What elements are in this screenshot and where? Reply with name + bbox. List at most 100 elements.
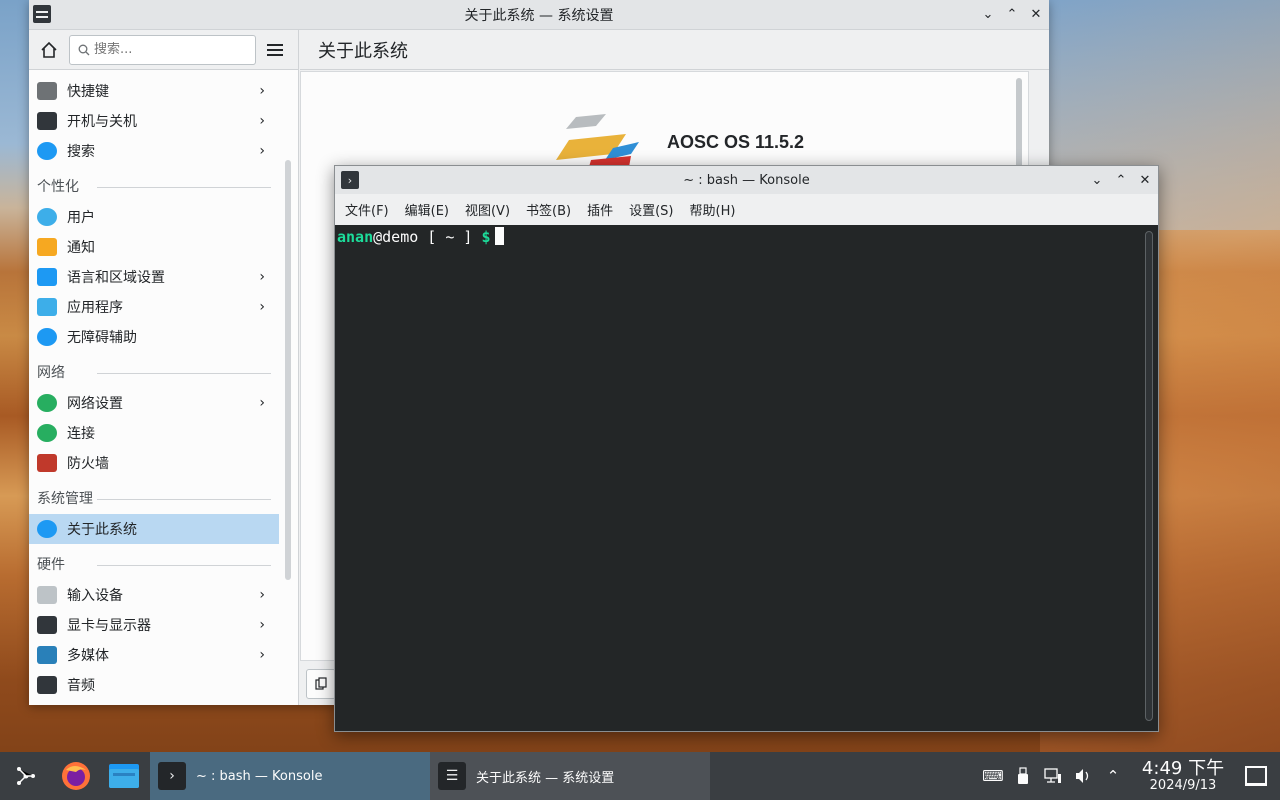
show-desktop-icon (1245, 766, 1267, 786)
sidebar-item[interactable]: 关于此系统 (29, 514, 279, 544)
sidebar-category-admin: 系统管理 (29, 478, 279, 514)
globe-icon (37, 394, 57, 412)
hamburger-menu-button[interactable] (264, 38, 288, 62)
sidebar-item-label: 开机与关机 (67, 114, 137, 130)
close-button[interactable]: ✕ (1027, 4, 1045, 24)
mouse-icon (37, 586, 57, 604)
sidebar-list: 快捷键 › 开机与关机 › 搜索 › 个性化 用户通知语言和区域设置 › 应用程序 › 无障碍辅助网络… (29, 76, 279, 700)
settings-sidebar: 快捷键 › 开机与关机 › 搜索 › 个性化用户通知语言和区域设置 › 应用程序 › 无障碍辅助网络… (29, 30, 299, 705)
prompt-symbol: $ (481, 228, 491, 246)
konsole-titlebar[interactable]: › ~ : bash — Konsole ⌄ ⌃ ✕ (335, 166, 1158, 194)
konsole-minimize-button[interactable]: ⌄ (1088, 170, 1106, 190)
search-input[interactable] (94, 42, 244, 57)
clock[interactable]: 4:49 下午 2024/9/13 (1138, 759, 1228, 793)
menu-plugins[interactable]: 插件 (579, 198, 621, 222)
search-box[interactable] (69, 34, 256, 65)
folder-icon (109, 764, 139, 788)
settings-task-icon: ☰ (438, 762, 466, 790)
sidebar-item[interactable]: 多媒体 › (29, 640, 279, 670)
konsole-window-title: ~ : bash — Konsole (683, 172, 810, 188)
menu-view[interactable]: 视图(V) (457, 198, 518, 222)
sidebar-item[interactable]: 应用程序 › (29, 292, 279, 322)
copy-details-button[interactable] (306, 669, 336, 699)
firefox-icon (62, 762, 90, 790)
apps-icon (37, 298, 57, 316)
sidebar-item[interactable]: 开机与关机 › (29, 106, 279, 136)
task-system-settings[interactable]: ☰ 关于此系统 — 系统设置 (430, 752, 710, 800)
search-icon (78, 44, 90, 55)
terminal-scrollbar[interactable] (1145, 231, 1153, 721)
volume-icon[interactable] (1068, 752, 1098, 800)
menu-edit[interactable]: 编辑(E) (397, 198, 457, 222)
text-cursor (494, 227, 504, 245)
prompt-host: @demo (373, 228, 419, 246)
sidebar-item-label: 无障碍辅助 (67, 330, 137, 346)
taskbar: › ~ : bash — Konsole ☰ 关于此系统 — 系统设置 ⌨ ⌃ … (0, 752, 1280, 800)
firefox-launcher[interactable] (52, 752, 100, 800)
sidebar-item[interactable]: 搜索 › (29, 136, 279, 166)
sidebar-item[interactable]: 音频 (29, 670, 279, 700)
konsole-maximize-button[interactable]: ⌃ (1112, 170, 1130, 190)
copy-icon (315, 677, 327, 690)
sidebar-item[interactable]: 用户 (29, 202, 279, 232)
bell-icon (37, 238, 57, 256)
display-icon (37, 616, 57, 634)
menu-settings[interactable]: 设置(S) (621, 198, 681, 222)
sidebar-scrollbar[interactable] (285, 160, 291, 580)
tray-expand-icon[interactable]: ⌃ (1098, 752, 1128, 800)
os-name: AOSC OS 11.5.2 (667, 132, 805, 152)
minimize-button[interactable]: ⌄ (979, 4, 997, 24)
monitor-icon (37, 112, 57, 130)
sidebar-item[interactable]: 防火墙 (29, 448, 279, 478)
menu-bookmarks[interactable]: 书签(B) (518, 198, 579, 222)
launcher-icon (17, 767, 35, 785)
system-settings-app-icon[interactable] (33, 5, 51, 23)
firewall-icon (37, 454, 57, 472)
keyboard-layout-icon[interactable]: ⌨ (978, 752, 1008, 800)
terminal-area[interactable]: anan@demo [ ~ ] $ (335, 225, 1158, 731)
sidebar-item-label: 快捷键 (67, 84, 109, 100)
sidebar-item-label: 应用程序 (67, 300, 123, 316)
file-manager-launcher[interactable] (100, 752, 148, 800)
sidebar-item[interactable]: 输入设备 › (29, 580, 279, 610)
multimedia-icon (37, 646, 57, 664)
sidebar-item[interactable]: 通知 (29, 232, 279, 262)
chevron-right-icon: › (259, 113, 265, 129)
chevron-right-icon: › (259, 395, 265, 411)
info-icon (37, 520, 57, 538)
sidebar-item-label: 搜索 (67, 144, 95, 160)
sidebar-item[interactable]: 网络设置 › (29, 388, 279, 418)
prompt-path: [ ~ ] (418, 228, 482, 246)
usb-device-icon[interactable] (1008, 752, 1038, 800)
konsole-app-icon[interactable]: › (341, 171, 359, 189)
chevron-right-icon: › (259, 269, 265, 285)
chevron-right-icon: › (259, 83, 265, 99)
network-icon[interactable] (1038, 752, 1068, 800)
task-settings-label: 关于此系统 — 系统设置 (476, 770, 615, 786)
chevron-right-icon: › (259, 143, 265, 159)
task-konsole[interactable]: › ~ : bash — Konsole (150, 752, 430, 800)
sidebar-category-personal: 个性化 (29, 166, 279, 202)
settings-titlebar[interactable]: 关于此系统 — 系统设置 ⌄ ⌃ ✕ (29, 0, 1049, 30)
konsole-close-button[interactable]: ✕ (1136, 170, 1154, 190)
sidebar-item-label: 通知 (67, 240, 95, 256)
home-icon (41, 41, 57, 58)
sidebar-item-label: 网络设置 (67, 396, 123, 412)
chevron-right-icon: › (259, 647, 265, 663)
sidebar-item[interactable]: 快捷键 › (29, 76, 279, 106)
prompt-user: anan (337, 228, 374, 246)
chevron-right-icon: › (259, 299, 265, 315)
application-launcher-button[interactable] (0, 752, 52, 800)
menu-help[interactable]: 帮助(H) (682, 198, 744, 222)
sidebar-item-label: 音频 (67, 678, 95, 694)
show-desktop-button[interactable] (1232, 752, 1280, 800)
maximize-button[interactable]: ⌃ (1003, 4, 1021, 24)
home-button[interactable] (35, 36, 63, 64)
sidebar-item[interactable]: 显卡与显示器 › (29, 610, 279, 640)
sidebar-item[interactable]: 连接 (29, 418, 279, 448)
sidebar-item[interactable]: 语言和区域设置 › (29, 262, 279, 292)
sidebar-item-label: 关于此系统 (67, 522, 137, 538)
clock-time: 4:49 下午 (1141, 758, 1225, 779)
menu-file[interactable]: 文件(F) (337, 198, 397, 222)
sidebar-item[interactable]: 无障碍辅助 (29, 322, 279, 352)
